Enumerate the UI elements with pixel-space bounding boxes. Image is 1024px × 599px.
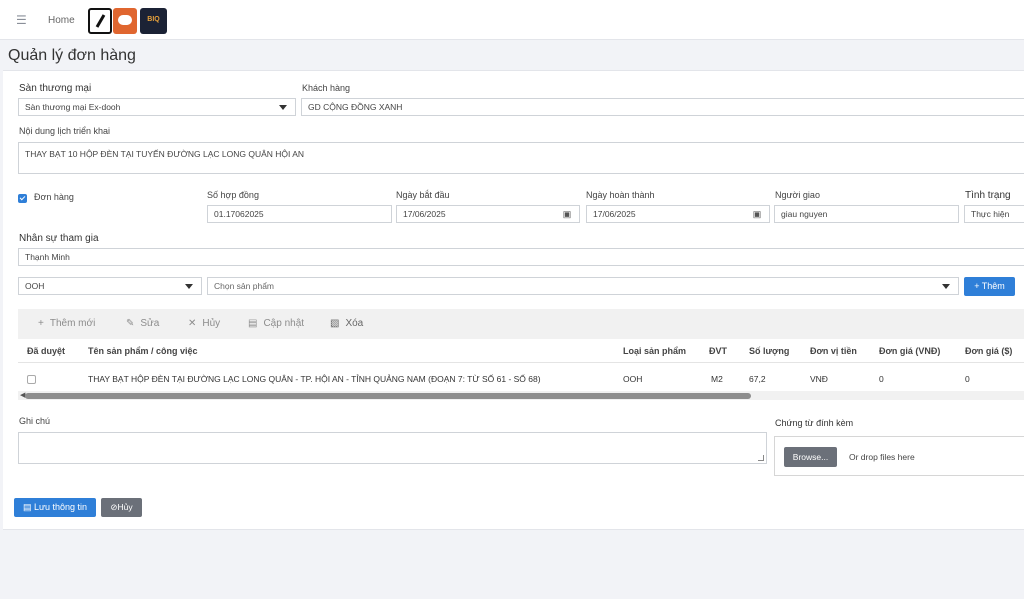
finish-date-value: 17/06/2025	[593, 209, 636, 219]
save-button[interactable]: ▤ Lưu thông tin	[14, 498, 96, 517]
browse-button[interactable]: Browse...	[784, 447, 837, 467]
drop-hint: Or drop files here	[849, 452, 915, 462]
add-new-label: Thêm mới	[49, 318, 96, 329]
delete-button[interactable]: ▧ Xóa	[330, 318, 363, 329]
customer-field[interactable]: GD CỘNG ĐỒNG XANH	[301, 98, 1024, 116]
order-form-card: Sàn thương mại Sàn thương mại Ex-dooh Kh…	[3, 70, 1024, 530]
content-field[interactable]: THAY BẠT 10 HỘP ĐÈN TẠI TUYẾN ĐƯỜNG LẠC …	[18, 142, 1024, 174]
start-date-value: 17/06/2025	[403, 209, 446, 219]
column-header: Đơn giá ($)	[965, 346, 1013, 356]
column-header: Đã duyệt	[27, 346, 66, 356]
product-type-cell: OOH	[623, 374, 643, 384]
app-logo-1[interactable]	[88, 8, 112, 34]
quantity-cell: 67,2	[749, 374, 766, 384]
cancel-edit-button[interactable]: ✕ Hủy	[188, 318, 220, 329]
marketplace-label: Sàn thương mại	[19, 83, 92, 94]
logo-text: BIQ	[147, 16, 160, 23]
calendar-icon[interactable]: ▣	[751, 208, 763, 220]
edit-label: Sửa	[140, 318, 160, 329]
status-select[interactable]: Thực hiện	[964, 205, 1024, 223]
unit-cell: M2	[711, 374, 723, 384]
file-drop-zone[interactable]: Browse... Or drop files here	[774, 436, 1024, 476]
start-date-field[interactable]: 17/06/2025 ▣	[396, 205, 580, 223]
trash-icon: ▧	[330, 318, 340, 329]
update-label: Cập nhật	[263, 318, 305, 329]
column-header: Đơn vị tiền	[810, 346, 857, 356]
staff-field[interactable]: Thạnh Minh	[18, 248, 1024, 266]
order-checkbox[interactable]	[18, 194, 27, 203]
column-header: Loại sản phẩm	[623, 346, 687, 356]
approved-checkbox[interactable]	[27, 375, 36, 384]
calendar-icon[interactable]: ▣	[561, 208, 573, 220]
staff-label: Nhân sự tham gia	[19, 233, 99, 244]
product-name-cell: THAY BẠT HỘP ĐÈN TẠI ĐƯỜNG LẠC LONG QUÂN…	[88, 374, 541, 384]
price-usd-cell: 0	[965, 374, 970, 384]
delete-label: Xóa	[345, 318, 364, 329]
add-product-button[interactable]: + Thêm	[964, 277, 1015, 296]
grid-toolbar: + Thêm mới ✎ Sửa ✕ Hủy ▤ Cập nhật ▧ Xóa	[18, 309, 1024, 339]
contract-label: Số hợp đồng	[207, 190, 259, 200]
column-header: Số lượng	[749, 346, 790, 356]
add-button-label: Thêm	[981, 281, 1005, 291]
scrollbar-thumb[interactable]	[25, 393, 751, 399]
column-header: ĐVT	[709, 346, 727, 356]
close-icon: ✕	[188, 318, 197, 329]
page-title: Quản lý đơn hàng	[8, 47, 136, 64]
notes-label: Ghi chú	[19, 416, 51, 426]
top-bar: ☰ Home BIQ	[0, 0, 1024, 40]
attachments-label: Chứng từ đính kèm	[775, 418, 854, 428]
plus-icon: +	[38, 318, 44, 329]
category-select[interactable]: OOH	[18, 277, 202, 295]
home-link[interactable]: Home	[48, 15, 75, 26]
currency-cell: VNĐ	[810, 374, 828, 384]
cancel-label: Hủy	[117, 502, 133, 512]
plus-icon: +	[974, 281, 982, 291]
save-label: Lưu thông tin	[33, 502, 88, 512]
edit-button[interactable]: ✎ Sửa	[126, 318, 159, 329]
column-header: Đơn giá (VNĐ)	[879, 346, 941, 356]
finish-date-label: Ngày hoàn thành	[586, 190, 655, 200]
assigner-label: Người giao	[775, 190, 820, 200]
cancel-edit-label: Hủy	[202, 318, 221, 329]
header-divider	[18, 362, 1024, 363]
floppy-icon: ▤	[22, 502, 34, 512]
customer-label: Khách hàng	[302, 83, 351, 93]
cancel-button[interactable]: ⊘Hủy	[101, 498, 142, 517]
add-new-button[interactable]: + Thêm mới	[38, 318, 95, 329]
save-icon: ▤	[248, 318, 258, 329]
content-label: Nội dung lịch triển khai	[19, 126, 111, 136]
order-checkbox-label: Đơn hàng	[34, 192, 74, 202]
column-header: Tên sản phẩm / công việc	[88, 346, 198, 356]
finish-date-field[interactable]: 17/06/2025 ▣	[586, 205, 770, 223]
price-vnd-cell: 0	[879, 374, 884, 384]
contract-field[interactable]: 01.17062025	[207, 205, 392, 223]
marketplace-select[interactable]: Sàn thương mại Ex-dooh	[18, 98, 296, 116]
status-label: Tình trạng	[965, 190, 1011, 201]
pencil-icon: ✎	[126, 318, 135, 329]
app-logo-3[interactable]: BIQ	[140, 8, 167, 34]
app-logo-2[interactable]	[113, 8, 137, 34]
menu-icon[interactable]: ☰	[16, 13, 27, 27]
ban-icon: ⊘	[110, 502, 118, 512]
update-button[interactable]: ▤ Cập nhật	[248, 318, 304, 329]
assigner-field[interactable]: giau nguyen	[774, 205, 959, 223]
start-date-label: Ngày bắt đầu	[396, 190, 450, 200]
resize-grip-icon[interactable]	[758, 455, 764, 461]
notes-textarea[interactable]	[18, 432, 767, 464]
product-select[interactable]: Chọn sản phẩm	[207, 277, 959, 295]
